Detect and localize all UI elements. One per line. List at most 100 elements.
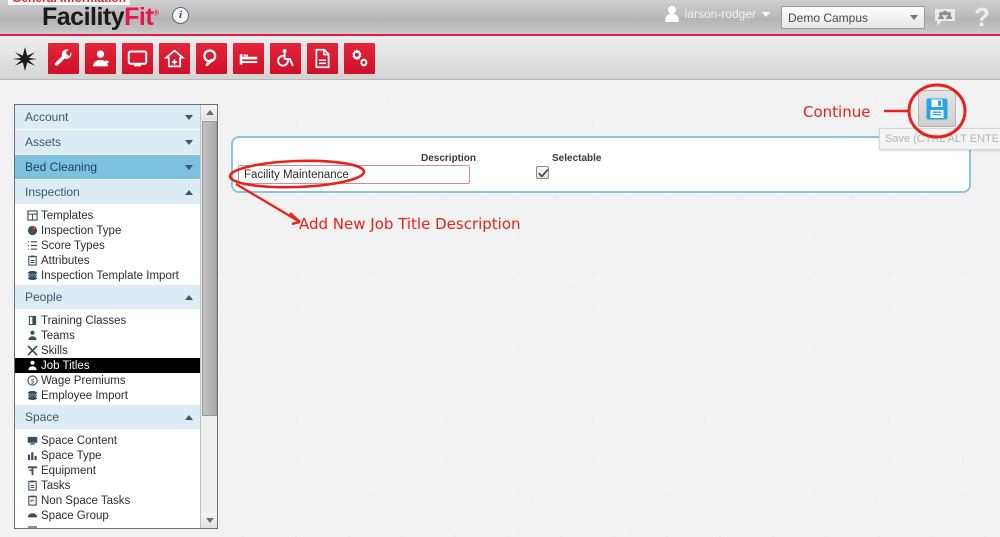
bed-icon[interactable] [233, 43, 264, 74]
tools-icon [26, 344, 38, 356]
home-icon[interactable] [159, 43, 190, 74]
sidebar-item-space-group[interactable]: Space Group [15, 508, 201, 523]
clipboard-icon [26, 254, 38, 266]
scroll-up-button[interactable] [201, 105, 217, 120]
magnifier-icon[interactable] [196, 43, 227, 74]
sidebar-item-label: Space Content [41, 434, 118, 447]
stack-icon [26, 389, 38, 401]
team-icon [26, 329, 38, 341]
sidebar-items-people: Training Classes Teams Skills Job Titles [15, 310, 201, 405]
sidebar-item-label: Non Space Tasks [41, 494, 131, 507]
sidebar-item-wage-premiums[interactable]: $ Wage Premiums [15, 373, 201, 388]
clipboard-icon [26, 479, 38, 491]
sidebar-item-attributes[interactable]: Attributes [15, 253, 201, 268]
floppy-disk-save-icon [926, 98, 948, 119]
sidebar-item-label: Score Types [41, 239, 105, 252]
sidebar-section-label: Assets [25, 134, 62, 149]
sidebar-item-inspection-template-import[interactable]: Inspection Template Import [15, 268, 201, 283]
sidebar-item-score-types[interactable]: Score Types [15, 238, 201, 253]
group-icon [26, 509, 38, 521]
sidebar-item-space-content[interactable]: Space Content [15, 433, 201, 448]
stack-icon [26, 269, 38, 281]
user-name-label: larson-rodger [684, 7, 756, 21]
wheelchair-icon[interactable] [270, 43, 301, 74]
sidebar-item-label: Space Group [41, 509, 109, 522]
sidebar-item-non-space-tasks[interactable]: Non Space Tasks [15, 493, 201, 508]
sidebar-item-label: Space Type [41, 449, 102, 462]
info-icon[interactable]: i [172, 7, 189, 24]
sidebar-item-employee-import[interactable]: Employee Import [15, 388, 201, 403]
question-mark-icon[interactable]: ? [974, 2, 990, 33]
description-input[interactable] [238, 165, 470, 184]
sidebar-item-space-type[interactable]: Space Type [15, 448, 201, 463]
annotation-add-new-text: Add New Job Title Description [299, 215, 521, 233]
svg-text:$: $ [30, 378, 34, 385]
sidebar-item-label: Skills [41, 344, 68, 357]
sidebar-item-label: Inspection Template Import [41, 269, 179, 282]
sidebar-item-skills[interactable]: Skills [15, 343, 201, 358]
monitor-icon [26, 434, 38, 446]
monitor-icon[interactable] [122, 43, 153, 74]
sidebar-item-inspection-type[interactable]: Inspection Type [15, 223, 201, 238]
navigation-star-icon[interactable] [8, 43, 42, 74]
sidebar-item-job-titles[interactable]: Job Titles [15, 358, 201, 373]
sidebar-item-label: Attributes [41, 254, 90, 267]
sidebar-scrollbar[interactable] [200, 105, 217, 528]
sidebar-item-label: Tasks [41, 479, 71, 492]
list-icon [26, 239, 38, 251]
sidebar-item-label: Templates [41, 209, 94, 222]
bars-icon [26, 449, 38, 461]
sidebar-section-inspection[interactable]: Inspection [15, 180, 201, 205]
chevron-down-icon [185, 139, 193, 145]
campus-selected-label: Demo Campus [788, 10, 869, 25]
app-header: FacilityFit® i larson-rodger Demo Campus… [0, 0, 1000, 36]
logo-trademark: ® [153, 8, 159, 18]
person-icon[interactable] [85, 43, 116, 74]
selectable-checkbox[interactable] [536, 166, 549, 179]
sidebar-item-tasks[interactable]: Tasks [15, 478, 201, 493]
sidebar-item-label: Equipment [41, 464, 96, 477]
sidebar-item-label: Employee Import [41, 389, 128, 402]
sidebar-section-space[interactable]: Space [15, 405, 201, 430]
scroll-up-icon [205, 110, 214, 115]
book-icon [26, 314, 38, 326]
wrench-icon[interactable] [48, 43, 79, 74]
campus-select[interactable]: Demo Campus [781, 6, 925, 29]
sidebar-items-inspection: Templates Inspection Type Score Types At… [15, 205, 201, 285]
scrollbar-thumb[interactable] [202, 121, 217, 416]
logo-accent-text: Fit [124, 3, 154, 31]
chat-group-icon[interactable] [934, 8, 956, 27]
sidebar-section-assets[interactable]: Assets [15, 130, 201, 155]
sidebar-item-label: Teams [41, 329, 75, 342]
sidebar-item-templates[interactable]: Templates [15, 208, 201, 223]
navigation-sidebar: Account Assets Bed Cleaning Inspection T… [14, 104, 218, 529]
scroll-down-button[interactable] [201, 513, 217, 528]
sidebar-section-label: Space [25, 409, 60, 424]
sidebar-item-truncated[interactable] [15, 523, 201, 528]
save-button[interactable] [918, 90, 956, 127]
sidebar-item-equipment[interactable]: Equipment [15, 463, 201, 478]
sidebar-item-label: Training Classes [41, 314, 127, 327]
main-toolbar [0, 38, 1000, 80]
chevron-up-icon [185, 414, 193, 420]
sidebar-item-teams[interactable]: Teams [15, 328, 201, 343]
chevron-up-icon [185, 189, 193, 195]
gears-icon[interactable] [344, 43, 375, 74]
sidebar-item-training-classes[interactable]: Training Classes [15, 313, 201, 328]
document-icon[interactable] [307, 43, 338, 74]
sidebar-section-label: Bed Cleaning [25, 159, 98, 174]
sidebar-item-label: Job Titles [41, 359, 90, 372]
partial-icon [26, 524, 38, 528]
sidebar-items-space: Space Content Space Type Equipment Tasks [15, 430, 201, 528]
selectable-label: Selectable [552, 153, 602, 164]
person-icon [26, 359, 38, 371]
sidebar-section-people[interactable]: People [15, 285, 201, 310]
sidebar-section-label: Account [25, 109, 69, 124]
save-tooltip: Save (CTRL ALT ENTE [879, 128, 1000, 150]
sidebar-section-label: People [25, 289, 63, 304]
sidebar-item-label: Wage Premiums [41, 374, 126, 387]
pie-icon [26, 224, 38, 236]
sidebar-section-bed-cleaning[interactable]: Bed Cleaning [15, 155, 201, 180]
sidebar-section-account[interactable]: Account [15, 105, 201, 130]
user-menu[interactable]: larson-rodger [664, 6, 770, 22]
